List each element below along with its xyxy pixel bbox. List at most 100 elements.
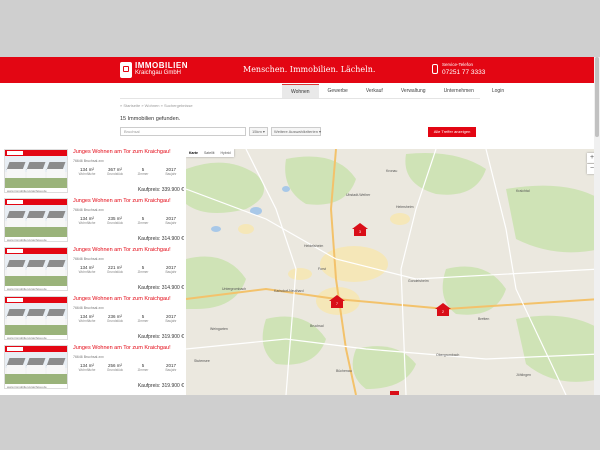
thumb-grass bbox=[5, 276, 67, 286]
listing-facts: 134 m² Wohnfläche 367 m² Grundstück 5 Zimme… bbox=[73, 167, 185, 176]
town-label: Stutensee bbox=[194, 359, 210, 363]
map-pin[interactable] bbox=[390, 391, 399, 395]
fact-label: Wohnfläche bbox=[78, 221, 96, 225]
listing-title[interactable]: Junges Wohnen am Tor zum Kraichgau! bbox=[73, 247, 171, 253]
logo-line1: IMMOBILIEN bbox=[135, 61, 188, 70]
contact-label: Service-Telefon bbox=[442, 62, 474, 67]
fact-year: 2017 Baujahr bbox=[157, 363, 185, 372]
town-label: Gondelsheim bbox=[408, 279, 429, 283]
map[interactable]: Karte Satellit Hybrid + − Heidelsheim Un… bbox=[186, 149, 600, 395]
thumb-grass bbox=[5, 374, 67, 384]
contact[interactable]: Service-Telefon 07251 77 3333 bbox=[432, 61, 512, 79]
fact-label: Baujahr bbox=[165, 319, 177, 323]
thumb-caption: www.immobilien-kraichgau.de bbox=[5, 286, 67, 290]
listing-price: Kaufpreis: 319.900 € bbox=[137, 334, 184, 340]
listing-location: 76646 Bruchsal-xxx bbox=[73, 355, 104, 359]
fact-year: 2017 Baujahr bbox=[157, 265, 185, 274]
listing-price: Kaufpreis: 314.900 € bbox=[137, 236, 184, 242]
listing-thumbnail[interactable]: www.immobilien-kraichgau.de bbox=[4, 149, 68, 193]
listing-location: 76646 Bruchsal-xxx bbox=[73, 257, 104, 261]
pin-count: 2 bbox=[437, 309, 449, 316]
nav-item-verwaltung[interactable]: Verwaltung bbox=[392, 84, 435, 98]
fact-label: Grundstück bbox=[106, 172, 124, 176]
listing-facts: 134 m² Wohnfläche 236 m² Grundstück 5 Zimme… bbox=[73, 314, 185, 323]
fact-year: 2017 Baujahr bbox=[157, 314, 185, 323]
listing-card[interactable]: www.immobilien-kraichgau.de Junges Wohne… bbox=[4, 345, 184, 391]
logo[interactable]: IMMOBILIEN Kraichgau GmbH bbox=[120, 61, 192, 79]
fact-label: Grundstück bbox=[106, 368, 124, 372]
listing-title[interactable]: Junges Wohnen am Tor zum Kraichgau! bbox=[73, 345, 171, 351]
fact-label: Wohnfläche bbox=[78, 270, 96, 274]
scrollbar-thumb[interactable] bbox=[595, 57, 599, 137]
nav-item-unternehmen[interactable]: Unternehmen bbox=[435, 84, 483, 98]
town-label: Weingarten bbox=[210, 327, 228, 331]
fact-plot-area: 235 m² Grundstück bbox=[101, 216, 129, 225]
map-type-hybrid[interactable]: Hybrid bbox=[217, 149, 233, 157]
listing-thumbnail[interactable]: www.immobilien-kraichgau.de bbox=[4, 247, 68, 291]
listing-thumbnail[interactable]: www.immobilien-kraichgau.de bbox=[4, 296, 68, 340]
listing-price: Kaufpreis: 339.900 € bbox=[137, 187, 184, 193]
listing-card[interactable]: www.immobilien-kraichgau.de Junges Wohne… bbox=[4, 149, 184, 195]
thumb-grass bbox=[5, 325, 67, 335]
listing-card[interactable]: www.immobilien-kraichgau.de Junges Wohne… bbox=[4, 198, 184, 244]
thumb-caption: www.immobilien-kraichgau.de bbox=[5, 335, 67, 339]
listing-location: 76646 Bruchsal-xxx bbox=[73, 208, 104, 212]
map-pin[interactable]: 3 bbox=[352, 223, 368, 236]
town-label: Obergrombach bbox=[436, 353, 460, 357]
nav-item-gewerbe[interactable]: Gewerbe bbox=[319, 84, 357, 98]
fact-label: Zimmer bbox=[137, 221, 149, 225]
listing-card[interactable]: www.immobilien-kraichgau.de Junges Wohne… bbox=[4, 296, 184, 342]
listing-location: 76646 Bruchsal-xxx bbox=[73, 159, 104, 163]
listing-list: www.immobilien-kraichgau.de Junges Wohne… bbox=[0, 149, 186, 395]
breadcrumb[interactable]: » Startseite » Wohnen » Suchergebnisse bbox=[120, 103, 193, 108]
criteria-select[interactable]: Weitere Auswahlkriterien ▾ bbox=[271, 127, 321, 136]
map-type-satellite[interactable]: Satellit bbox=[201, 149, 218, 157]
map-type-map[interactable]: Karte bbox=[186, 149, 201, 157]
nav-item-verkauf[interactable]: Verkauf bbox=[357, 84, 392, 98]
fact-label: Zimmer bbox=[137, 172, 149, 176]
slogan: Menschen. Immobilien. Lächeln. bbox=[243, 65, 376, 74]
fact-label: Zimmer bbox=[137, 368, 149, 372]
fact-label: Wohnfläche bbox=[78, 319, 96, 323]
pin-count: 7 bbox=[331, 301, 343, 308]
fact-label: Wohnfläche bbox=[78, 172, 96, 176]
scrollbar[interactable] bbox=[594, 57, 600, 395]
listing-thumbnail[interactable]: www.immobilien-kraichgau.de bbox=[4, 345, 68, 389]
phone-icon bbox=[432, 64, 438, 74]
listing-card[interactable]: www.immobilien-kraichgau.de Junges Wohne… bbox=[4, 247, 184, 293]
results-count: 15 Immobilien gefunden. bbox=[120, 116, 181, 122]
search-input[interactable]: Bruchsal bbox=[120, 127, 246, 136]
contact-number: 07251 77 3333 bbox=[442, 69, 486, 76]
fact-label: Baujahr bbox=[165, 368, 177, 372]
town-label: Bretten bbox=[478, 317, 490, 321]
fact-living-area: 134 m² Wohnfläche bbox=[73, 363, 101, 372]
town-label: Ubstadt-Weiher bbox=[346, 193, 371, 197]
fact-rooms: 5 Zimmer bbox=[129, 216, 157, 225]
listing-title[interactable]: Junges Wohnen am Tor zum Kraichgau! bbox=[73, 296, 171, 302]
fact-label: Grundstück bbox=[106, 319, 124, 323]
fact-label: Wohnfläche bbox=[78, 368, 96, 372]
screenshot-frame: IMMOBILIEN Kraichgau GmbH Menschen. Immo… bbox=[0, 0, 600, 450]
town-label: Jöhlingen bbox=[516, 373, 531, 377]
thumb-grass bbox=[5, 227, 67, 237]
town-label: Kraichtal bbox=[516, 189, 530, 193]
show-all-button[interactable]: Alle Treffer anzeigen bbox=[428, 127, 476, 137]
listing-title[interactable]: Junges Wohnen am Tor zum Kraichgau! bbox=[73, 198, 171, 204]
map-pin[interactable]: 2 bbox=[435, 303, 451, 316]
nav-item-wohnen[interactable]: Wohnen bbox=[282, 84, 319, 98]
fact-label: Baujahr bbox=[165, 172, 177, 176]
thumb-caption: www.immobilien-kraichgau.de bbox=[5, 188, 67, 192]
town-label: Kronau bbox=[386, 169, 398, 173]
listing-thumbnail[interactable]: www.immobilien-kraichgau.de bbox=[4, 198, 68, 242]
map-pin[interactable]: 7 bbox=[329, 295, 345, 308]
nav-item-login[interactable]: Login bbox=[483, 84, 513, 98]
listing-location: 76646 Bruchsal-xxx bbox=[73, 306, 104, 310]
radius-select[interactable]: 15km ▾ bbox=[249, 127, 268, 136]
fact-living-area: 134 m² Wohnfläche bbox=[73, 265, 101, 274]
town-label: Forst bbox=[318, 267, 326, 271]
listing-title[interactable]: Junges Wohnen am Tor zum Kraichgau! bbox=[73, 149, 171, 155]
pin-count: 3 bbox=[354, 229, 366, 236]
fact-plot-area: 221 m² Grundstück bbox=[101, 265, 129, 274]
fact-label: Baujahr bbox=[165, 221, 177, 225]
fact-year: 2017 Baujahr bbox=[157, 167, 185, 176]
